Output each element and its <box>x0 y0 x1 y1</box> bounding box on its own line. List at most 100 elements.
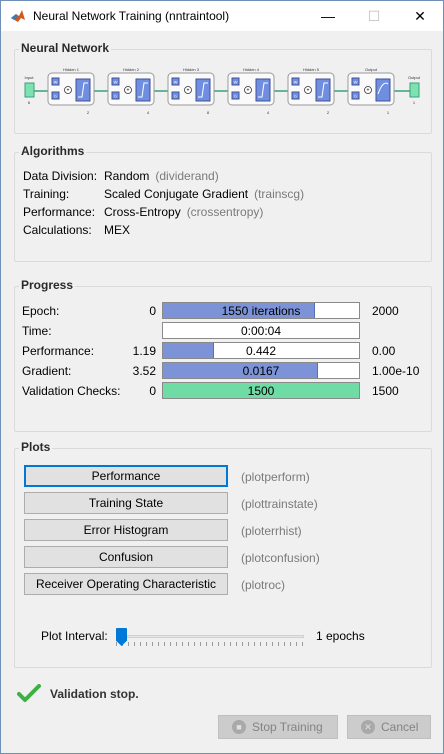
progress-section-title: Progress <box>19 278 76 292</box>
algorithm-function: (dividerand) <box>155 169 219 183</box>
plot-function: (plottrainstate) <box>241 497 318 511</box>
plot-function: (plotperform) <box>241 470 310 484</box>
weight-label: W <box>54 80 58 85</box>
output-label: Output <box>408 75 421 80</box>
algorithm-value: Random <box>104 169 150 183</box>
plots-panel: Plots Performance (plotperform) Training… <box>14 440 432 668</box>
svg-text:+: + <box>187 88 190 94</box>
progress-panel: Progress Epoch: 0 1550 iterations 2000 T… <box>14 278 432 432</box>
algorithm-function: (crossentropy) <box>186 205 264 219</box>
progress-label: Gradient: <box>22 364 72 378</box>
minimize-button[interactable]: — <box>305 1 351 31</box>
layer-hidden-2: Hidden 2 W b + 4 <box>107 67 155 115</box>
layer-label: Output <box>365 67 378 72</box>
svg-text:+: + <box>307 88 310 94</box>
algorithm-value: Scaled Conjugate Gradient <box>104 187 249 201</box>
plot-interval-slider[interactable] <box>116 628 304 646</box>
input-label: Input <box>25 75 35 80</box>
layer-hidden-5: Hidden 5 W b + 2 <box>287 67 335 115</box>
progress-bar: 1500 <box>162 382 360 399</box>
layer-label: Hidden 2 <box>123 67 140 72</box>
progress-row-time: Time: 0:00:04 <box>22 322 426 340</box>
algorithms-section-title: Algorithms <box>19 144 87 158</box>
progress-current: 0.0167 <box>242 364 280 378</box>
layer-size: 4 <box>267 110 270 115</box>
output-size: 1 <box>413 100 416 105</box>
algorithm-function: (trainscg) <box>254 187 305 201</box>
weight-label: W <box>294 80 298 85</box>
algorithm-value-cell: Scaled Conjugate Gradient (trainscg) <box>104 187 304 201</box>
cancel-label: Cancel <box>381 720 419 734</box>
plot-interval-label: Plot Interval: <box>41 629 108 643</box>
layer-label: Hidden 3 <box>183 67 200 72</box>
progress-current: 1550 iterations <box>221 304 301 318</box>
progress-label: Epoch: <box>22 304 60 318</box>
status-bar: Validation stop. <box>17 684 139 704</box>
weight-label: W <box>354 80 358 85</box>
input-size: 6 <box>28 100 31 105</box>
layer-label: Hidden 5 <box>303 67 320 72</box>
svg-text:+: + <box>127 88 130 94</box>
close-button[interactable]: ✕ <box>397 1 443 31</box>
progress-end: 1500 <box>372 384 399 398</box>
slider-track-line <box>116 635 304 638</box>
slider-ticks <box>116 642 304 646</box>
progress-label: Time: <box>22 324 52 338</box>
algorithm-value-cell: Random (dividerand) <box>104 169 219 183</box>
plot-function: (plotconfusion) <box>241 551 320 565</box>
layer-hidden-4: Hidden 4 W b + 4 <box>227 67 275 115</box>
progress-current: 0.442 <box>245 344 277 358</box>
layer-size: 1 <box>387 110 390 115</box>
plot-confusion-button[interactable]: Confusion <box>24 546 228 568</box>
network-diagram: Input 6 Hidden 1 W b + 2 Hidden 2 W b + … <box>24 67 421 115</box>
algorithm-value: MEX <box>104 223 131 237</box>
layer-size: 4 <box>147 110 150 115</box>
stop-training-label: Stop Training <box>252 720 323 734</box>
plot-performance-button[interactable]: Performance <box>24 465 228 487</box>
layer-hidden-3: Hidden 3 W b + 8 <box>167 67 215 115</box>
algorithm-value: Cross-Entropy <box>104 205 181 219</box>
svg-text:+: + <box>367 88 370 94</box>
window-title: Neural Network Training (nntraintool) <box>33 9 230 23</box>
progress-bar: 0.442 <box>162 342 360 359</box>
algorithms-panel: Algorithms Data Division: Random (divider… <box>14 144 432 262</box>
progress-end: 1.00e-10 <box>372 364 420 378</box>
progress-row-epoch: Epoch: 0 1550 iterations 2000 <box>22 302 426 320</box>
progress-end: 0.00 <box>372 344 396 358</box>
progress-start: 0 <box>149 304 156 318</box>
algorithm-key: Performance: <box>23 205 96 219</box>
plot-error-histogram-button[interactable]: Error Histogram <box>24 519 228 541</box>
title-bar: Neural Network Training (nntraintool) — … <box>1 1 443 31</box>
progress-bar: 0:00:04 <box>162 322 360 339</box>
checkmark-icon <box>17 684 41 702</box>
progress-start: 3.52 <box>132 364 156 378</box>
layer-size: 2 <box>327 110 330 115</box>
progress-row-gradient: Gradient: 3.52 0.0167 1.00e-10 <box>22 362 426 380</box>
progress-end: 2000 <box>372 304 399 318</box>
progress-current: 1500 <box>247 384 275 398</box>
plot-roc-button[interactable]: Receiver Operating Characteristic <box>24 573 228 595</box>
layer-output: Output W b + 1 <box>347 67 395 115</box>
nntraintool-window: Neural Network Training (nntraintool) — … <box>0 0 444 754</box>
matlab-logo-icon <box>11 10 25 22</box>
progress-bar: 1550 iterations <box>162 302 360 319</box>
cancel-icon: ✕ <box>361 720 375 734</box>
progress-current: 0:00:04 <box>240 324 282 338</box>
cancel-button: ✕ Cancel <box>347 715 431 739</box>
network-panel: Neural Network Input 6 Hidden 1 W b + 2 … <box>14 41 432 134</box>
progress-start: 1.19 <box>132 344 156 358</box>
progress-row-performance: Performance: 1.19 0.442 0.00 <box>22 342 426 360</box>
progress-bar: 0.0167 <box>162 362 360 379</box>
network-section-title: Neural Network <box>19 41 112 55</box>
algorithm-key: Data Division: <box>23 169 98 183</box>
progress-label: Validation Checks: <box>22 384 121 398</box>
plot-function: (plotroc) <box>241 578 286 592</box>
svg-text:+: + <box>67 88 70 94</box>
layer-size: 8 <box>207 110 210 115</box>
layer-hidden-1: Hidden 1 W b + 2 <box>47 67 95 115</box>
progress-row-validation-checks: Validation Checks: 0 1500 1500 <box>22 382 426 400</box>
weight-label: W <box>174 80 178 85</box>
svg-text:+: + <box>247 88 250 94</box>
plot-training-state-button[interactable]: Training State <box>24 492 228 514</box>
maximize-button: ☐ <box>367 7 381 24</box>
